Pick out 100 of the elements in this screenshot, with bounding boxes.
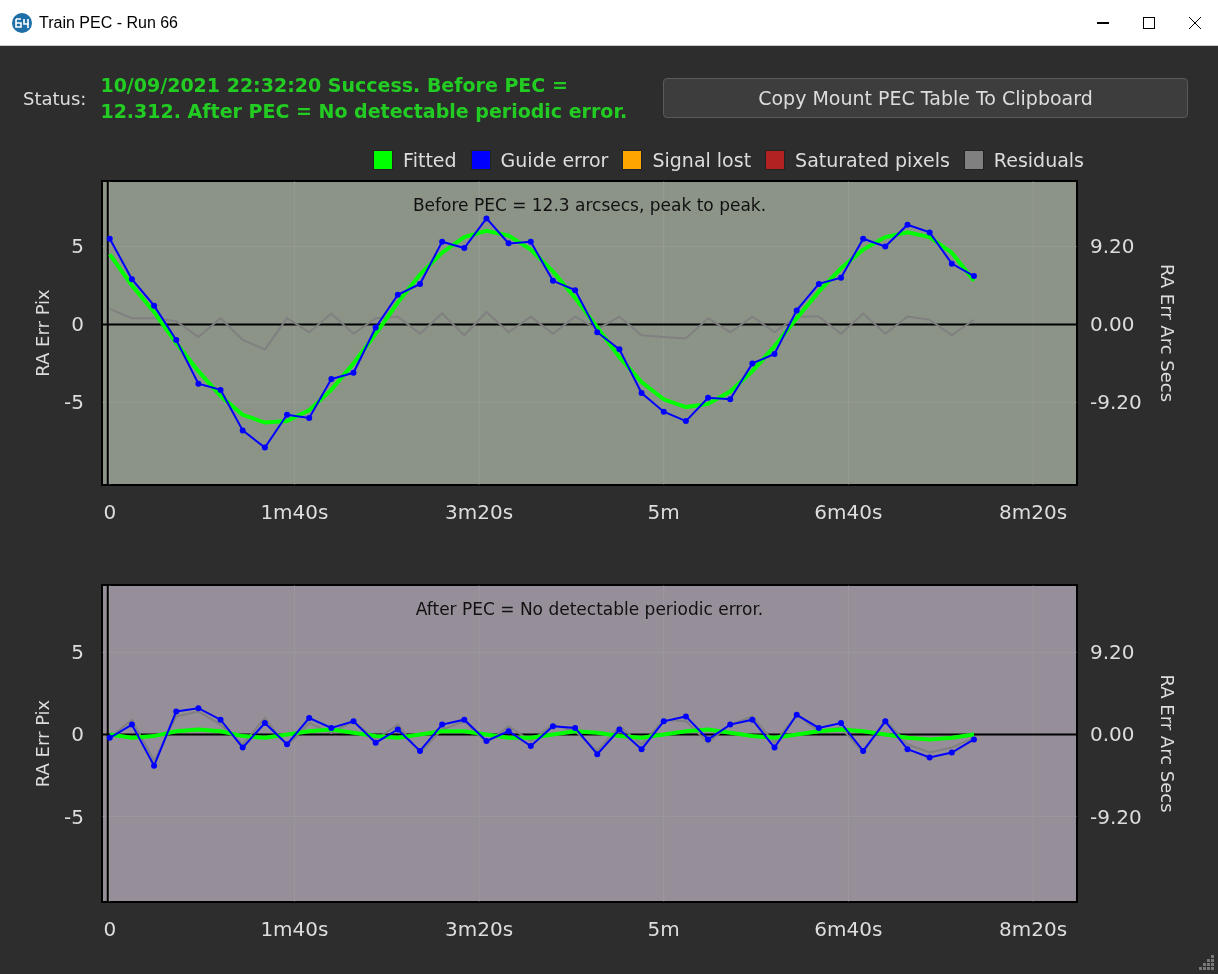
data-point [838, 719, 844, 726]
data-point [572, 287, 579, 294]
legend-label: Fitted [403, 149, 457, 171]
data-point [439, 238, 446, 245]
data-point [705, 394, 712, 401]
data-point [394, 726, 401, 733]
app-icon [11, 11, 33, 34]
data-point [284, 411, 291, 418]
data-point [306, 414, 313, 421]
x-tick-label: 0 [103, 500, 117, 524]
data-point [970, 273, 977, 280]
chart-title: Before PEC = 12.3 arcsecs, peak to peak. [412, 195, 767, 215]
data-point [483, 738, 490, 745]
legend-label: Residuals [993, 149, 1084, 171]
data-point [838, 274, 844, 281]
data-point [106, 235, 113, 242]
y-tick-label: -5 [64, 804, 84, 829]
data-point [350, 718, 357, 725]
x-tick-label: 5m [647, 500, 680, 524]
data-point [372, 324, 379, 331]
x-tick-label: 3m20s [445, 500, 514, 524]
data-point [882, 718, 889, 725]
x-tick-label: 1m40s [260, 917, 329, 936]
data-point [660, 408, 667, 415]
data-point [417, 747, 423, 754]
data-point [306, 715, 313, 722]
data-point [128, 721, 135, 728]
data-point [594, 329, 601, 336]
right-axis-label: RA Err Arc Secs [1157, 263, 1178, 403]
data-point [128, 276, 135, 283]
data-point [195, 380, 202, 387]
data-point [505, 240, 512, 247]
data-point [217, 716, 224, 723]
chart-title: After PEC = No detectable periodic error. [415, 599, 764, 619]
data-point [926, 229, 933, 236]
y-tick-label: -5 [64, 390, 84, 415]
x-tick-label: 1m40s [260, 500, 329, 524]
data-point [948, 260, 955, 267]
data-point [660, 718, 667, 725]
x-tick-label: 8m20s [999, 917, 1068, 936]
data-point [793, 307, 800, 314]
data-point [860, 235, 867, 242]
right-tick-label: -9.20 [1090, 390, 1142, 415]
data-point [904, 746, 911, 753]
data-point [527, 742, 534, 749]
window-title: Train PEC - Run 66 [39, 13, 179, 32]
legend-label: Saturated pixels [795, 149, 950, 171]
data-point [882, 243, 889, 250]
right-tick-label: 9.20 [1090, 640, 1135, 665]
data-point [461, 245, 468, 252]
status-label: Status: [23, 87, 87, 109]
data-point [239, 427, 246, 434]
data-point [815, 280, 822, 287]
data-point [860, 747, 867, 754]
right-tick-label: -9.20 [1090, 804, 1142, 829]
data-point [195, 705, 202, 712]
data-point [705, 736, 712, 743]
x-tick-label: 8m20s [999, 500, 1068, 524]
data-point [682, 418, 689, 425]
data-point [173, 337, 180, 343]
close-icon [1189, 16, 1201, 29]
copy-table-button[interactable]: Copy Mount PEC Table To Clipboard [663, 78, 1188, 118]
data-point [461, 716, 468, 723]
legend-label: Guide error [500, 149, 609, 171]
data-point [261, 444, 268, 451]
data-point [151, 762, 158, 769]
data-point [173, 708, 180, 715]
data-point [261, 719, 268, 726]
y-tick-label: 5 [71, 234, 84, 259]
data-point [682, 713, 689, 720]
data-point [749, 716, 756, 723]
legend-label: Signal lost [652, 149, 752, 171]
x-tick-label: 0 [103, 917, 117, 936]
data-point [638, 390, 645, 396]
data-point [328, 376, 335, 382]
data-point [549, 277, 556, 284]
data-point [771, 744, 778, 751]
y-tick-label: 0 [71, 722, 84, 747]
data-point [284, 741, 291, 748]
right-axis-label: RA Err Arc Secs [1157, 674, 1178, 813]
data-point [350, 369, 357, 376]
x-tick-label: 6m40s [814, 500, 883, 524]
data-point [594, 751, 601, 758]
data-point [771, 351, 778, 358]
data-point [616, 346, 623, 353]
data-point [815, 724, 822, 731]
resize-grip-icon [1199, 955, 1215, 971]
data-point [505, 728, 512, 735]
x-tick-label: 6m40s [814, 917, 883, 936]
data-point [549, 723, 556, 730]
y-tick-label: 0 [71, 312, 84, 337]
y-axis-label: RA Err Pix [32, 289, 53, 377]
y-axis-label: RA Err Pix [32, 699, 53, 788]
data-point [926, 754, 933, 761]
maximize-icon [1143, 16, 1155, 29]
right-tick-label: 0.00 [1090, 722, 1135, 747]
data-point [439, 721, 446, 728]
data-point [616, 726, 623, 733]
data-point [328, 724, 335, 731]
data-point [417, 280, 423, 287]
